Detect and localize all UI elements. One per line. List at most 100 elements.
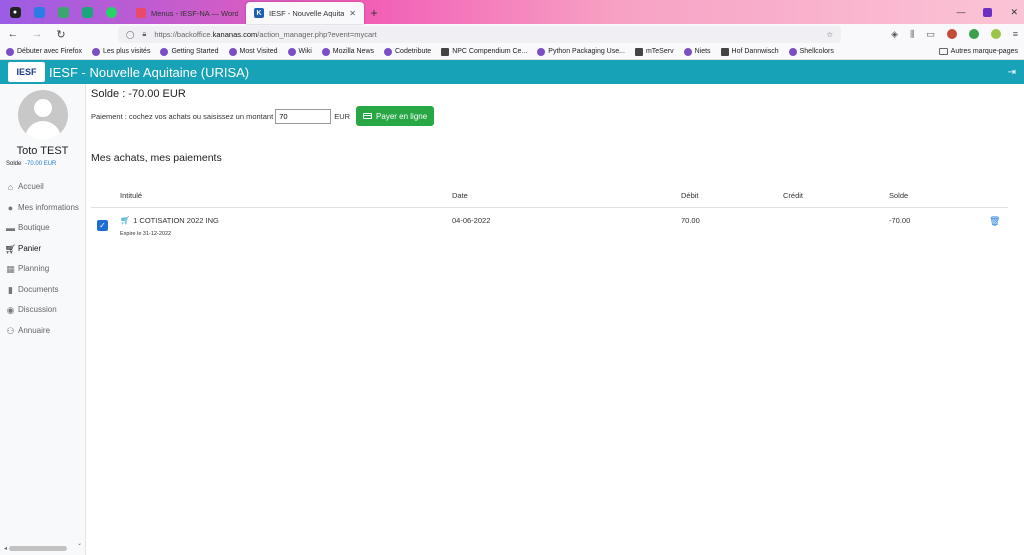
- cell-credit: [783, 207, 889, 241]
- url-bar[interactable]: ◯ 🔒︎ https://backoffice.kananas.com/acti…: [118, 25, 842, 43]
- col-credit: Crédit: [783, 190, 889, 208]
- reload-icon[interactable]: ↻: [54, 28, 68, 41]
- row-checkbox[interactable]: ✓: [97, 219, 108, 231]
- whatsapp-icon: [105, 6, 117, 18]
- pinned-tab-5[interactable]: [100, 1, 122, 23]
- page-title: Solde : -70.00 EUR: [91, 88, 186, 100]
- pinned-tab-4[interactable]: [76, 1, 98, 23]
- bookmark-item[interactable]: Hof Dannwisch: [720, 47, 779, 56]
- app-header: IESF IESF - Nouvelle Aquitaine (URISA) ⇥: [0, 60, 1024, 84]
- scrollbar-thumb[interactable]: [9, 546, 67, 551]
- sidebar-item-discussion[interactable]: ◉ Discussion: [0, 302, 85, 323]
- sidebar-item-planning[interactable]: ▦ Planning: [0, 261, 85, 282]
- pinned-tab-2[interactable]: [28, 1, 50, 23]
- sidebar-item-documents[interactable]: ▮ Documents: [0, 282, 85, 303]
- payment-label: Paiement : cochez vos achats ou saisisse…: [91, 111, 274, 121]
- discussion-icon: ◉: [6, 305, 15, 315]
- user-solde: Solde -70.00 EUR: [6, 161, 57, 167]
- bookmark-item[interactable]: Most Visited: [228, 47, 278, 56]
- cell-date: 04-06-2022: [452, 215, 491, 225]
- bookmark-item[interactable]: Les plus visités: [91, 47, 150, 56]
- sidebar-item-mes-informations[interactable]: ● Mes informations: [0, 200, 85, 221]
- bookmark-item[interactable]: Débuter avec Firefox: [6, 47, 82, 56]
- library-icon[interactable]: ⫼: [910, 29, 914, 40]
- extension-icon[interactable]: [968, 29, 979, 39]
- bookmark-item[interactable]: Python Packaging Use...: [537, 47, 625, 56]
- home-icon: ⌂: [7, 182, 14, 192]
- back-icon[interactable]: ←: [6, 28, 20, 40]
- browser-navbar: ← → ↻ ◯ 🔒︎ https://backoffice.kananas.co…: [0, 24, 1024, 44]
- sidebar-item-accueil[interactable]: ⌂ Accueil: [0, 179, 85, 200]
- bookmarks-bar: Débuter avec Firefox Les plus visités Ge…: [0, 44, 1024, 60]
- content: Solde : -70.00 EUR Paiement : cochez vos…: [86, 84, 1024, 555]
- folder-icon: [938, 48, 948, 55]
- col-solde: Solde: [889, 190, 989, 208]
- purchases-table: Intitulé Date Débit Crédit Solde ✓ 🛒︎ 1 …: [91, 190, 1008, 241]
- forward-icon[interactable]: →: [30, 28, 44, 40]
- sidebar-item-boutique[interactable]: ▬ Boutique: [0, 220, 85, 241]
- bookmark-item[interactable]: Codetribute: [384, 47, 431, 56]
- bookmark-icon: [287, 47, 296, 56]
- avatar: [17, 90, 68, 140]
- col-date: Date: [452, 190, 681, 208]
- minimize-icon[interactable]: —: [956, 7, 965, 17]
- sidebar: Toto TEST Solde -70.00 EUR ⌂ Accueil ● Mes…: [0, 84, 86, 555]
- iesf-logo[interactable]: IESF: [8, 62, 45, 82]
- bookmark-item[interactable]: NPC Compendium Ce...: [441, 47, 527, 56]
- trash-icon[interactable]: 🗑︎: [989, 216, 1000, 226]
- bookmark-icon: [384, 47, 392, 56]
- bookmark-item[interactable]: Shellcolors: [788, 47, 834, 56]
- sync-icon[interactable]: ▭: [926, 29, 935, 40]
- amount-input[interactable]: [275, 108, 332, 124]
- new-tab-button[interactable]: +: [364, 2, 384, 24]
- star-icon[interactable]: ☆: [826, 30, 833, 39]
- app-icon: [57, 6, 69, 18]
- close-tab-icon[interactable]: ✕: [349, 9, 356, 18]
- menu-icon[interactable]: ≡: [1013, 29, 1018, 39]
- extension-icon[interactable]: [990, 29, 1001, 39]
- cell-debit: 70.00: [681, 215, 700, 225]
- horizontal-scrollbar[interactable]: ◂: [4, 545, 75, 552]
- logout-icon[interactable]: ⇥: [1008, 67, 1016, 78]
- bookmark-item[interactable]: mTeServ: [634, 47, 674, 56]
- bookmark-icon: [91, 47, 100, 56]
- bookmark-item[interactable]: Getting Started: [160, 47, 219, 56]
- bookmark-icon: [6, 47, 14, 56]
- url-text: https://backoffice.kananas.com/action_ma…: [154, 29, 377, 39]
- close-window-icon[interactable]: ✕: [1010, 7, 1018, 18]
- calendar-icon: ▦: [6, 264, 15, 274]
- app-title[interactable]: IESF - Nouvelle Aquitaine (URISA): [49, 65, 249, 80]
- bookmark-icon: [537, 47, 546, 56]
- tab-title: Menus - IESF-NA — WordPress: [151, 8, 238, 18]
- lock-icon: 🔒︎: [142, 29, 147, 38]
- bookmark-item[interactable]: Niets: [683, 47, 711, 56]
- kananas-favicon-icon: K: [254, 8, 264, 18]
- bookmark-icon: [321, 47, 330, 56]
- bookmark-icon: [683, 47, 692, 56]
- pay-online-button[interactable]: Payer en ligne: [356, 106, 435, 126]
- pocket-icon[interactable]: ◈: [891, 29, 898, 40]
- firefox-icon: ●: [9, 6, 21, 18]
- pinned-tab-1[interactable]: ●: [4, 1, 26, 23]
- bookmark-item[interactable]: Mozilla News: [321, 47, 374, 56]
- section-title: Mes achats, mes paiements: [91, 152, 222, 164]
- pinned-tab-3[interactable]: [52, 1, 74, 23]
- tab-iesf[interactable]: K IESF - Nouvelle Aquitaine (URIS ✕: [246, 2, 364, 24]
- scroll-left-icon[interactable]: ◂: [4, 545, 7, 552]
- bookmark-icon: [634, 47, 643, 56]
- other-bookmarks[interactable]: Autres marque-pages: [938, 48, 1018, 55]
- account-icon[interactable]: [946, 29, 957, 39]
- window-controls: — ✕: [956, 0, 1018, 24]
- sidebar-item-panier[interactable]: 🛒︎ Panier: [0, 241, 85, 262]
- bookmark-item[interactable]: Wiki: [287, 47, 312, 56]
- tab-wordpress[interactable]: Menus - IESF-NA — WordPress: [128, 2, 246, 24]
- payment-line: Paiement : cochez vos achats ou saisisse…: [91, 106, 1019, 126]
- scroll-down-icon[interactable]: ⌄: [77, 540, 82, 547]
- bookmark-icon: [441, 47, 450, 56]
- sidebar-item-annuaire[interactable]: ⚇ Annuaire: [0, 323, 85, 344]
- user-solde-value: -70.00 EUR: [25, 161, 57, 167]
- toolbar-extensions: ◈ ⫼ ▭ ≡: [891, 29, 1018, 40]
- app-icon: [81, 6, 93, 18]
- maximize-icon[interactable]: [983, 7, 993, 17]
- currency-label: EUR: [334, 111, 351, 121]
